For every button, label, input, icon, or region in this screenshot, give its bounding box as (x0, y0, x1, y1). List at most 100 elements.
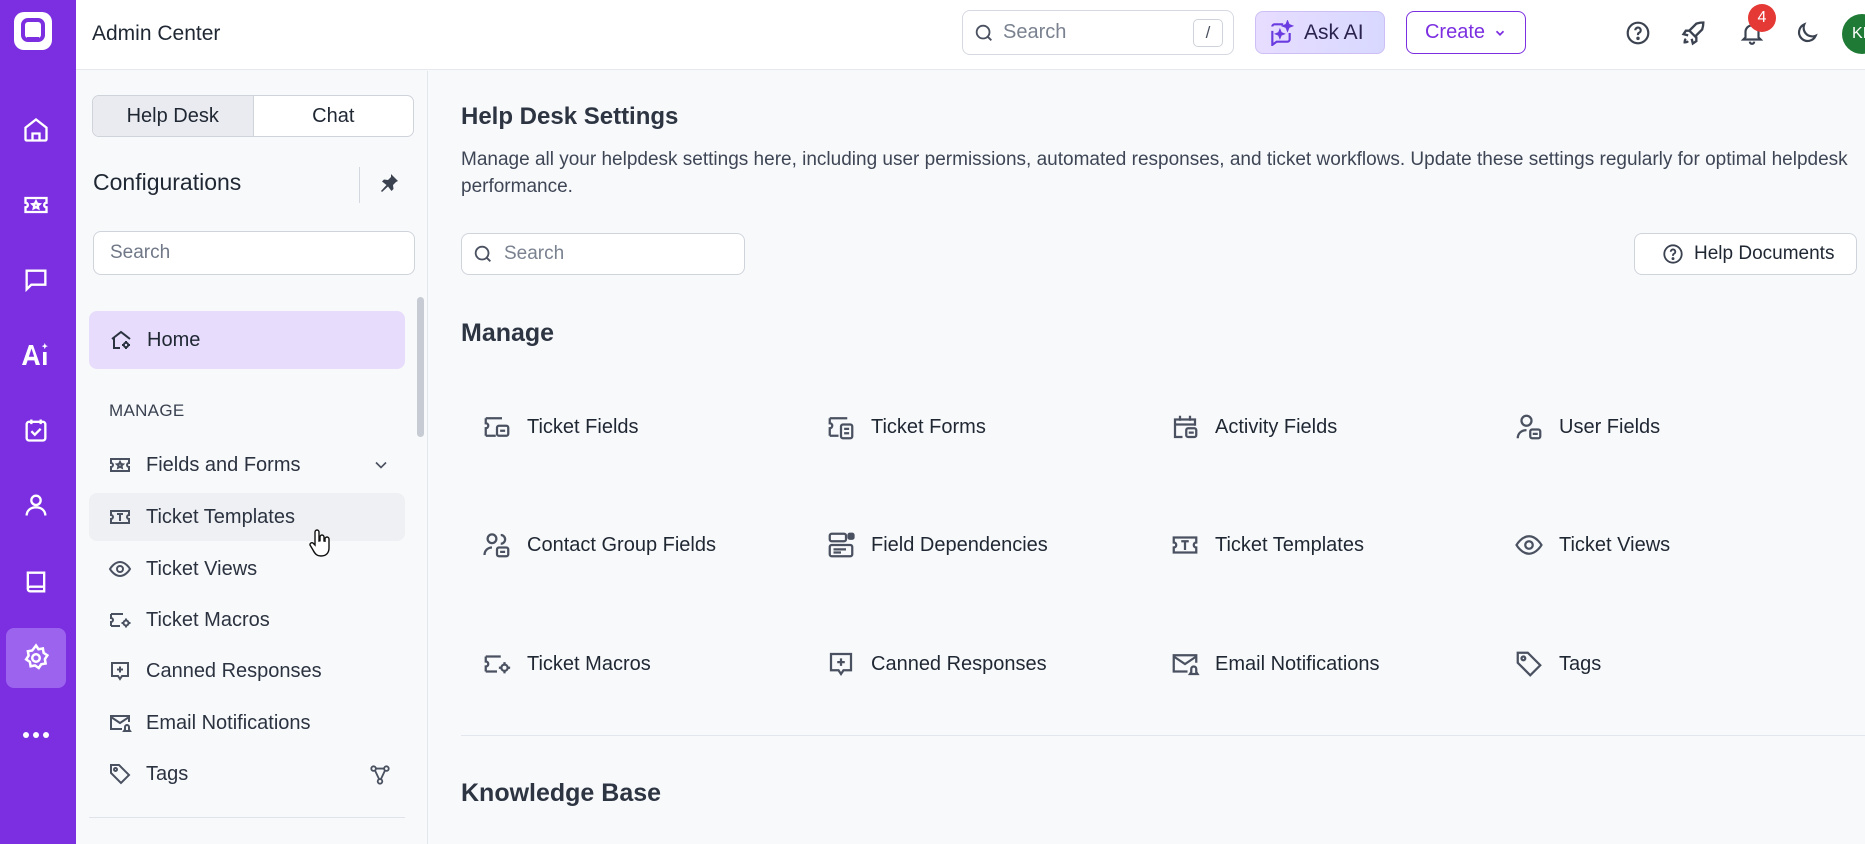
settings-card-user-fields[interactable]: User Fields (1513, 403, 1833, 451)
sidebar-search-input[interactable] (93, 231, 415, 275)
settings-card-tags[interactable]: Tags (1513, 640, 1833, 688)
tag-icon (1513, 648, 1545, 680)
eye-icon (108, 557, 132, 581)
tag-icon (108, 762, 132, 786)
ticket-icon[interactable] (6, 175, 66, 235)
settings-card-ticket-macros[interactable]: Ticket Macros (481, 640, 801, 688)
global-search-input[interactable] (1003, 21, 1183, 44)
tab-chat[interactable]: Chat (254, 96, 414, 136)
settings-icon[interactable] (6, 628, 66, 688)
ask-ai-label: Ask AI (1304, 20, 1364, 44)
scrollbar[interactable] (417, 297, 424, 437)
settings-card-label: Ticket Forms (871, 415, 986, 438)
settings-card-ticket-fields[interactable]: Ticket Fields (481, 403, 801, 451)
sidebar-item-label: Fields and Forms (146, 453, 301, 476)
settings-card-field-dependencies[interactable]: Field Dependencies (825, 521, 1145, 569)
settings-card-label: Email Notifications (1215, 652, 1380, 675)
help-icon[interactable] (1621, 16, 1655, 50)
chat-icon[interactable] (6, 250, 66, 310)
sidebar-item-label: Home (147, 328, 201, 351)
chevron-down-icon (1495, 30, 1505, 36)
divider (461, 735, 1865, 736)
sidebar-item-home[interactable]: Home (89, 311, 405, 369)
moon-icon[interactable] (1790, 16, 1824, 50)
sidebar-item-label: Ticket Views (146, 557, 258, 580)
settings-search-input[interactable] (504, 243, 724, 265)
calendar-check-icon[interactable] (6, 400, 66, 460)
logo-icon[interactable] (12, 10, 54, 52)
page-title: Help Desk Settings (461, 103, 679, 130)
book-icon[interactable] (6, 552, 66, 612)
sidebar-item-label: Ticket Macros (146, 608, 270, 631)
settings-card-ticket-templates[interactable]: Ticket Templates (1169, 521, 1489, 569)
sidebar-item-canned-responses[interactable]: Canned Responses (89, 647, 405, 695)
create-label: Create (1424, 21, 1486, 43)
app-title: Admin Center (92, 22, 221, 45)
ai-icon[interactable] (6, 325, 66, 385)
global-search[interactable]: / (962, 10, 1234, 55)
canned-response-icon (108, 659, 132, 683)
app-rail (0, 0, 76, 844)
settings-card-ticket-forms[interactable]: Ticket Forms (825, 403, 1145, 451)
sidebar-item-tags[interactable]: Tags (89, 750, 405, 798)
main-content: Help Desk Settings Manage all your helpd… (429, 71, 1865, 844)
config-sidebar: Help Desk Chat Configurations Home MANAG… (76, 71, 428, 844)
sidebar-item-label: Tags (146, 762, 189, 785)
settings-card-label: Ticket Views (1559, 533, 1671, 556)
search-icon (973, 22, 995, 44)
notification-badge: 4 (1748, 4, 1776, 32)
home-icon[interactable] (6, 100, 66, 160)
help-documents-button[interactable]: Help Documents (1634, 233, 1857, 275)
settings-card-canned-responses[interactable]: Canned Responses (825, 640, 1145, 688)
settings-card-label: Canned Responses (871, 652, 1047, 675)
settings-card-activity-fields[interactable]: Activity Fields (1169, 403, 1489, 451)
settings-card-label: Ticket Macros (527, 652, 651, 675)
activity-fields-icon (1169, 411, 1201, 443)
workflow-icon[interactable] (369, 764, 391, 786)
tab-help-desk[interactable]: Help Desk (93, 96, 254, 136)
create-button[interactable]: Create (1406, 11, 1526, 54)
settings-card-label: User Fields (1559, 415, 1661, 438)
sidebar-item-fields-and-forms[interactable]: Fields and Forms (89, 441, 405, 489)
divider (89, 817, 405, 818)
ai-sparkle-icon (1268, 19, 1294, 46)
email-notification-icon (1169, 648, 1201, 680)
ticket-macro-icon (481, 648, 513, 680)
ticket-template-icon (108, 505, 132, 529)
settings-card-ticket-views[interactable]: Ticket Views (1513, 521, 1833, 569)
sidebar-item-label: Canned Responses (146, 659, 322, 682)
home-gear-icon (109, 328, 133, 352)
sidebar-item-label: Email Notifications (146, 711, 311, 734)
sidebar-item-email-notifications[interactable]: Email Notifications (89, 699, 405, 747)
sidebar-item-ticket-views[interactable]: Ticket Views (89, 545, 405, 593)
user-icon[interactable] (6, 475, 66, 535)
help-icon (1662, 243, 1684, 265)
page-description: Manage all your helpdesk settings here, … (461, 149, 1848, 197)
sidebar-title: Configurations (93, 169, 242, 195)
rocket-icon[interactable] (1677, 16, 1711, 50)
settings-card-email-notifications[interactable]: Email Notifications (1169, 640, 1489, 688)
ask-ai-button[interactable]: Ask AI (1255, 11, 1385, 54)
ticket-fields-icon (481, 411, 513, 443)
settings-card-contact-group-fields[interactable]: Contact Group Fields (481, 521, 801, 569)
settings-card-label: Ticket Templates (1215, 533, 1364, 556)
pin-icon[interactable] (377, 171, 401, 195)
sidebar-item-ticket-templates[interactable]: Ticket Templates (89, 493, 405, 541)
section-label: MANAGE (109, 401, 185, 420)
chevron-down-icon[interactable] (371, 455, 391, 475)
canned-response-icon (825, 648, 857, 680)
fields-forms-icon (108, 453, 132, 477)
settings-card-label: Field Dependencies (871, 533, 1048, 556)
divider (359, 167, 360, 203)
product-tabs: Help Desk Chat (92, 95, 414, 137)
eye-icon (1513, 529, 1545, 561)
sidebar-item-ticket-macros[interactable]: Ticket Macros (89, 596, 405, 644)
help-documents-label: Help Documents (1694, 243, 1835, 264)
more-icon[interactable] (6, 705, 66, 765)
search-icon (472, 243, 494, 265)
settings-search[interactable] (461, 233, 745, 275)
settings-card-label: Tags (1559, 652, 1602, 675)
sidebar-item-label: Ticket Templates (146, 505, 295, 528)
ticket-template-icon (1169, 529, 1201, 561)
ticket-macro-icon (108, 608, 132, 632)
